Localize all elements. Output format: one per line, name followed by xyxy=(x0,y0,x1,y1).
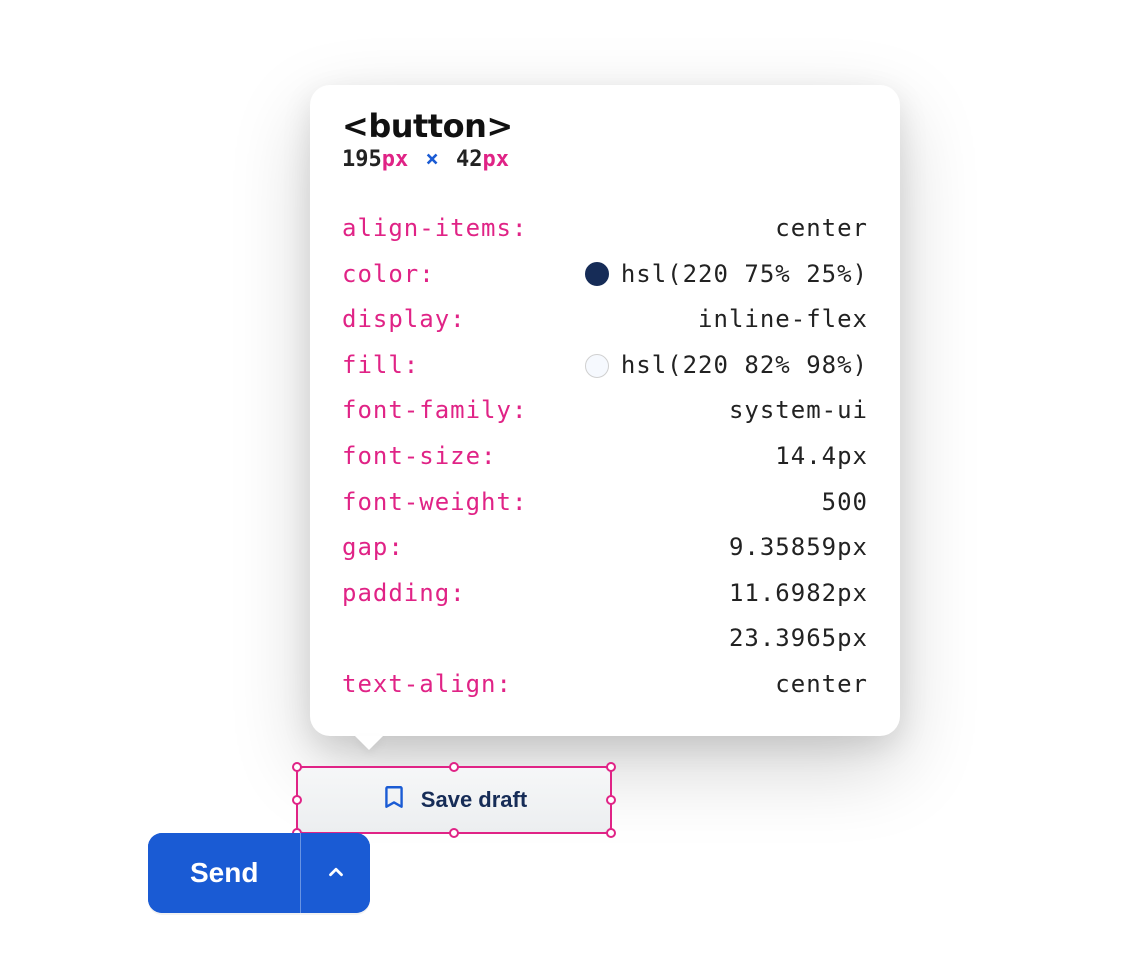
prop-row-font-weight: font-weight 500 xyxy=(342,480,868,526)
bookmark-icon xyxy=(381,784,407,816)
prop-row-font-size: font-size 14.4px xyxy=(342,434,868,480)
color-value-text: hsl(220 75% 25%) xyxy=(621,252,868,298)
color-swatch-icon xyxy=(585,262,609,286)
prop-value: system-ui xyxy=(729,388,868,434)
save-draft-button[interactable]: Save draft xyxy=(296,766,612,834)
height-unit: px xyxy=(483,147,510,172)
prop-name: gap xyxy=(342,525,404,571)
send-button[interactable]: Send xyxy=(148,833,300,913)
prop-row-color: color hsl(220 75% 25%) xyxy=(342,252,868,298)
prop-row-fill: fill hsl(220 82% 98%) xyxy=(342,343,868,389)
prop-value: center xyxy=(775,206,868,252)
prop-row-align-items: align-items center xyxy=(342,206,868,252)
prop-name: font-family xyxy=(342,388,527,434)
chevron-up-icon xyxy=(325,861,347,886)
fill-value-text: hsl(220 82% 98%) xyxy=(621,343,868,389)
send-label: Send xyxy=(190,857,258,889)
prop-value: inline-flex xyxy=(698,297,868,343)
prop-row-padding: padding 11.6982px 23.3965px xyxy=(342,571,868,662)
dimensions-separator: × xyxy=(426,147,439,172)
width-value: 195 xyxy=(342,147,382,172)
save-draft-label: Save draft xyxy=(421,787,527,813)
prop-value: 9.35859px xyxy=(729,525,868,571)
send-split-button: Send xyxy=(148,833,370,913)
color-swatch-icon xyxy=(585,354,609,378)
inspector-element-tag: <button> xyxy=(342,107,868,145)
prop-value: 500 xyxy=(822,480,868,526)
prop-name: fill xyxy=(342,343,419,389)
inspector-tooltip: <button> 195px × 42px align-items center… xyxy=(310,85,900,736)
width-unit: px xyxy=(382,147,409,172)
prop-value: hsl(220 75% 25%) xyxy=(585,252,868,298)
prop-name: font-weight xyxy=(342,480,527,526)
prop-row-display: display inline-flex xyxy=(342,297,868,343)
prop-name: text-align xyxy=(342,662,512,708)
padding-value-line1: 11.6982px xyxy=(729,571,868,617)
prop-value: center xyxy=(775,662,868,708)
prop-name: font-size xyxy=(342,434,497,480)
padding-value-line2: 23.3965px xyxy=(729,616,868,662)
inspector-dimensions: 195px × 42px xyxy=(342,147,868,172)
prop-row-font-family: font-family system-ui xyxy=(342,388,868,434)
canvas: <button> 195px × 42px align-items center… xyxy=(0,0,1126,956)
prop-value: hsl(220 82% 98%) xyxy=(585,343,868,389)
prop-name: display xyxy=(342,297,466,343)
prop-name: padding xyxy=(342,571,466,617)
height-value: 42 xyxy=(456,147,483,172)
prop-value: 11.6982px 23.3965px xyxy=(729,571,868,662)
prop-name: color xyxy=(342,252,435,298)
prop-name: align-items xyxy=(342,206,527,252)
prop-row-text-align: text-align center xyxy=(342,662,868,708)
send-options-toggle[interactable] xyxy=(300,833,370,913)
prop-row-gap: gap 9.35859px xyxy=(342,525,868,571)
prop-value: 14.4px xyxy=(775,434,868,480)
